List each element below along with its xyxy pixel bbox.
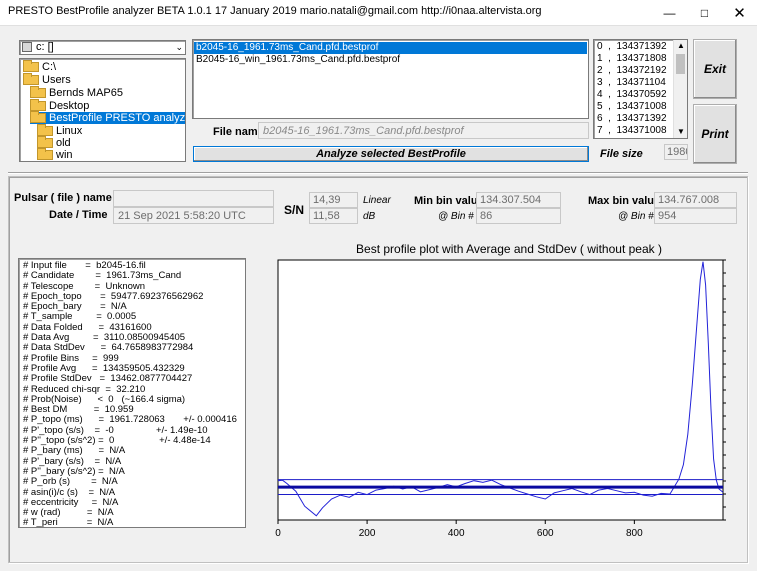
drive-select[interactable]: c: [] ⌄ bbox=[19, 40, 186, 55]
maximize-icon[interactable]: □ bbox=[687, 0, 722, 26]
max-at-bin-value: 954 bbox=[654, 208, 737, 224]
x-tick-label: 200 bbox=[359, 528, 376, 539]
drive-icon bbox=[22, 42, 32, 52]
sn-db-value: 11,58 bbox=[309, 208, 358, 224]
x-tick-label: 0 bbox=[275, 528, 281, 539]
date-time-field: 21 Sep 2021 5:58:20 UTC bbox=[113, 207, 274, 224]
scrollbar[interactable]: ▲ ▼ bbox=[673, 40, 687, 138]
bin-value-row[interactable]: 1 , 134371808 bbox=[594, 53, 674, 65]
tree-item-root[interactable]: C:\ bbox=[23, 60, 56, 73]
pulsar-name-label: Pulsar ( file ) name bbox=[14, 192, 112, 204]
folder-open-icon bbox=[23, 73, 39, 86]
tree-item-users[interactable]: Users bbox=[23, 73, 71, 86]
bin-value-list[interactable]: 0 , 134371392 1 , 134371808 2 , 134372192 3… bbox=[593, 39, 688, 139]
x-tick-label: 800 bbox=[626, 528, 643, 539]
bin-value-row[interactable]: 0 , 134371392 bbox=[594, 41, 674, 53]
folder-open-icon bbox=[30, 99, 46, 112]
folder-open-icon bbox=[30, 111, 46, 124]
plot-area bbox=[277, 259, 724, 521]
window-title: PRESTO BestProfile analyzer BETA 1.0.1 1… bbox=[8, 5, 542, 17]
title-bar: PRESTO BestProfile analyzer BETA 1.0.1 1… bbox=[0, 0, 757, 26]
folder-icon bbox=[37, 136, 53, 149]
scrollbar-thumb[interactable] bbox=[676, 54, 685, 74]
close-icon[interactable]: ✕ bbox=[722, 0, 757, 26]
file-list-item[interactable]: b2045-16_1961.73ms_Cand.pfd.bestprof bbox=[194, 42, 587, 54]
max-bin-value: 134.767.008 bbox=[654, 192, 737, 208]
folder-tree[interactable]: C:\ Users Bernds MAP65 Desktop BestProfi… bbox=[19, 58, 186, 162]
bin-value-row[interactable]: 3 , 134371104 bbox=[594, 77, 674, 89]
profile-plot: 0 200 400 600 800 bbox=[275, 259, 726, 539]
separator bbox=[8, 172, 748, 174]
x-tick-label: 600 bbox=[537, 528, 554, 539]
sn-db-unit: dB bbox=[363, 211, 376, 222]
sn-label: S/N bbox=[284, 203, 305, 217]
max-bin-label: Max bin value bbox=[588, 195, 661, 207]
bestprof-line: # P_orb (s) = N/A bbox=[23, 476, 118, 488]
min-bin-label: Min bin value bbox=[414, 195, 484, 207]
tree-item-win[interactable]: win bbox=[37, 148, 73, 161]
file-size-value: 19800 bbox=[664, 144, 688, 160]
date-time-label: Date / Time bbox=[49, 209, 108, 221]
tree-item-bestprofile[interactable]: BestProfile PRESTO analyzer 1.0.1.e bbox=[30, 111, 185, 124]
analyze-button[interactable]: Analyze selected BestProfile bbox=[193, 146, 589, 162]
exit-button[interactable]: Exit bbox=[693, 39, 737, 99]
file-name-field[interactable]: b2045-16_1961.73ms_Cand.pfd.bestprof bbox=[258, 122, 589, 139]
pulsar-name-field bbox=[113, 190, 274, 207]
bin-value-row[interactable]: 8 , 134370400 bbox=[594, 137, 674, 138]
bin-value-row[interactable]: 7 , 134371008 bbox=[594, 125, 674, 137]
max-at-bin-label: @ Bin # bbox=[618, 211, 654, 222]
tree-item-bernds[interactable]: Bernds MAP65 bbox=[30, 86, 123, 99]
sn-linear-value: 14,39 bbox=[309, 192, 358, 208]
chevron-down-icon[interactable]: ▼ bbox=[674, 126, 687, 138]
chevron-up-icon[interactable]: ▲ bbox=[674, 40, 687, 52]
print-button[interactable]: Print bbox=[693, 104, 737, 164]
folder-open-icon bbox=[30, 86, 46, 99]
file-size-label: File size bbox=[600, 148, 643, 160]
file-list-item[interactable]: B2045-16_win_1961.73ms_Cand.pfd.bestprof bbox=[194, 54, 587, 66]
bestprof-text-area[interactable]: # Input file = b2045-16.fil # Candidate =… bbox=[18, 258, 246, 528]
bin-value-row[interactable]: 5 , 134371008 bbox=[594, 101, 674, 113]
folder-icon bbox=[37, 124, 53, 137]
min-at-bin-label: @ Bin # bbox=[438, 211, 474, 222]
min-at-bin-value: 86 bbox=[476, 208, 561, 224]
min-bin-value: 134.307.504 bbox=[476, 192, 561, 208]
sn-linear-unit: Linear bbox=[363, 195, 391, 206]
bestprof-line: # T_peri = N/A bbox=[23, 517, 114, 528]
folder-open-icon bbox=[23, 60, 39, 73]
drive-select-value: c: [] bbox=[36, 41, 54, 53]
file-name-label: File name bbox=[213, 126, 264, 138]
chevron-down-icon[interactable]: ⌄ bbox=[175, 41, 183, 54]
x-tick-label: 400 bbox=[448, 528, 465, 539]
bin-value-row[interactable]: 4 , 134370592 bbox=[594, 89, 674, 101]
minimize-icon[interactable]: — bbox=[652, 0, 687, 26]
bin-value-row[interactable]: 6 , 134371392 bbox=[594, 113, 674, 125]
file-list[interactable]: b2045-16_1961.73ms_Cand.pfd.bestprof B20… bbox=[192, 39, 589, 119]
profile-chart: Best profile plot with Average and StdDe… bbox=[274, 240, 744, 550]
bin-value-row[interactable]: 2 , 134372192 bbox=[594, 65, 674, 77]
folder-icon bbox=[37, 148, 53, 161]
